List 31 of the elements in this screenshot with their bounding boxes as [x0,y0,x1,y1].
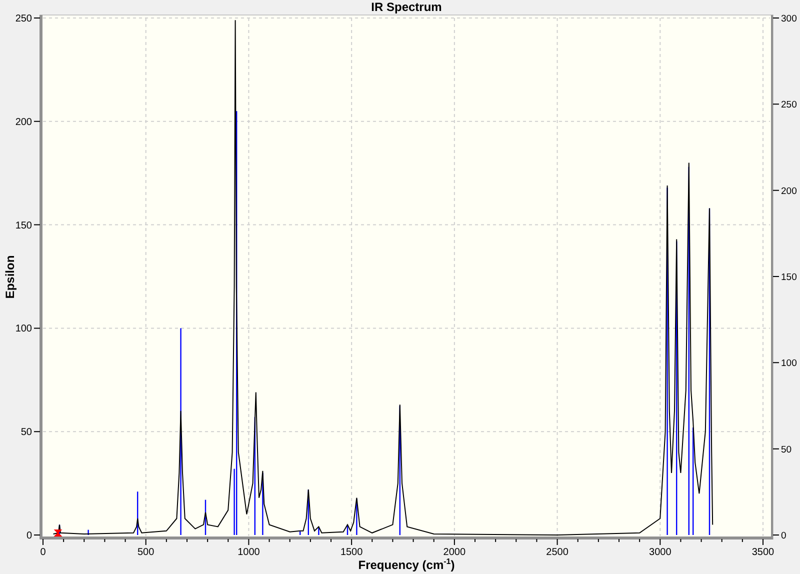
axis-label: Frequency (cm$^{-1}$) [358,557,455,572]
tick-label: 500 [138,547,154,558]
chart-title: IR Spectrum [371,0,442,14]
tick-label: 50 [781,444,792,456]
intensity-stick [88,530,89,535]
marker-icon[interactable] [54,530,62,536]
tick-label: 0 [781,530,786,542]
tick-label: 3500 [752,547,774,558]
tick-label: 150 [15,220,32,232]
tick-label: 100 [15,324,32,335]
tick-label: 0 [26,530,32,542]
intensity-stick [137,492,138,535]
tick-label: 2500 [546,547,568,558]
tick-label: 300 [781,14,797,24]
tick-label: 200 [781,186,797,197]
tick-label: 2000 [443,547,466,558]
intensity-stick [318,526,320,535]
tick-label: 3000 [649,547,672,558]
axis-label: Epsilon [3,255,17,299]
intensity-stick [204,500,206,535]
tick-label: 150 [781,272,797,283]
tick-label: 1000 [238,547,260,558]
tick-label: 0 [40,547,46,558]
tick-label: 50 [20,427,32,438]
tick-label: 100 [781,358,797,370]
tick-label: 250 [781,100,797,111]
tick-label: 1500 [340,547,363,558]
tick-label: 200 [15,116,32,128]
tick-label: 250 [15,14,32,24]
intensity-stick [300,532,301,535]
intensity-stick [346,524,348,535]
